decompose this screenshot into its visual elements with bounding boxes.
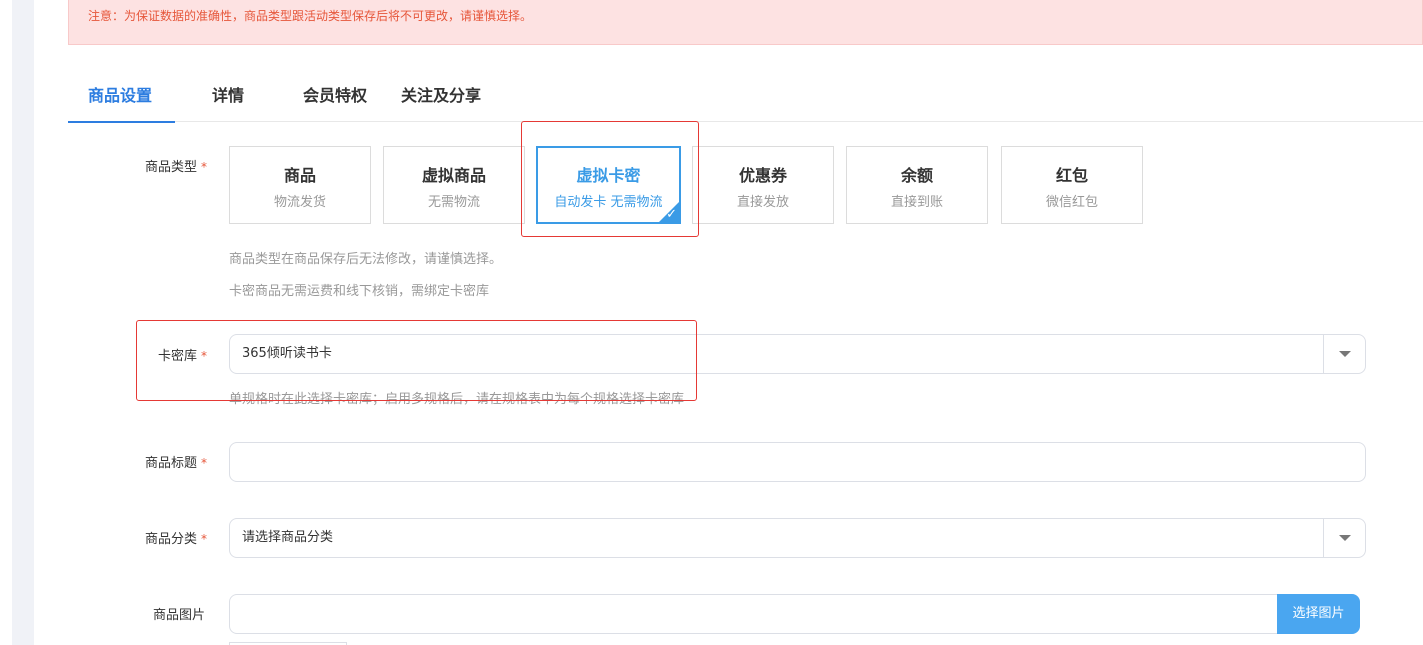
type-card-subtitle: 无需物流 — [427, 195, 480, 210]
type-card-hint: 卡密商品无需运费和线下核销，需绑定卡密库 — [229, 284, 490, 299]
tab-product-settings[interactable]: 商品设置 — [67, 76, 176, 123]
type-card-title: 商品 — [283, 166, 316, 185]
check-icon: ✓ — [666, 207, 677, 222]
category-placeholder: 请选择商品分类 — [242, 530, 334, 545]
type-card-goods[interactable]: 商品 物流发货 — [229, 146, 371, 224]
product-title-label: 商品标题 * — [144, 456, 207, 471]
type-card-title: 虚拟商品 — [421, 166, 486, 185]
type-hint: 商品类型在商品保存后无法修改，请谨慎选择。 — [229, 252, 503, 267]
type-card-balance[interactable]: 余额 直接到账 — [846, 146, 988, 224]
type-card-title: 余额 — [900, 166, 933, 185]
product-image-label: 商品图片 — [152, 608, 205, 623]
product-category-label: 商品分类 * — [144, 532, 207, 547]
card-library-value: 365倾听读书卡 — [242, 346, 332, 361]
type-card-title: 红包 — [1055, 166, 1088, 185]
required-mark: * — [201, 349, 207, 363]
product-category-select[interactable]: 请选择商品分类 — [229, 518, 1366, 558]
type-card-title: 优惠券 — [738, 166, 787, 185]
type-card-subtitle: 直接发放 — [736, 195, 789, 210]
type-card-title: 虚拟卡密 — [576, 166, 641, 185]
card-library-select[interactable]: 365倾听读书卡 — [229, 334, 1366, 374]
chevron-down-icon[interactable] — [1323, 335, 1365, 373]
select-image-button[interactable]: 选择图片 — [1277, 594, 1360, 634]
product-type-label: 商品类型 * — [144, 160, 207, 175]
product-title-input[interactable] — [229, 442, 1366, 482]
tab-details[interactable]: 详情 — [212, 76, 244, 122]
type-card-red-packet[interactable]: 红包 微信红包 — [1001, 146, 1143, 224]
type-card-subtitle: 直接到账 — [890, 195, 943, 210]
required-mark: * — [201, 456, 207, 470]
tab-bar: 商品设置 详情 会员特权 关注及分享 — [67, 76, 1423, 123]
tab-follow-share[interactable]: 关注及分享 — [401, 76, 481, 122]
required-mark: * — [201, 160, 207, 174]
required-mark: * — [201, 532, 207, 546]
card-library-label: 卡密库 * — [157, 349, 207, 364]
product-image-input[interactable] — [229, 594, 1289, 634]
sidebar-edge — [12, 0, 34, 645]
chevron-down-icon[interactable] — [1323, 519, 1365, 557]
card-library-hint: 单规格时在此选择卡密库；启用多规格后，请在规格表中为每个规格选择卡密库 — [229, 392, 685, 407]
tab-member-privileges[interactable]: 会员特权 — [303, 76, 367, 122]
type-card-coupon[interactable]: 优惠券 直接发放 — [692, 146, 834, 224]
type-card-virtual-card[interactable]: 虚拟卡密 自动发卡 无需物流 ✓ — [536, 146, 681, 224]
type-card-subtitle: 物流发货 — [273, 195, 326, 210]
type-card-subtitle: 微信红包 — [1045, 195, 1098, 210]
warning-notice: 注意：为保证数据的准确性，商品类型跟活动类型保存后将不可更改，请谨慎选择。 — [68, 0, 1423, 45]
type-card-virtual-goods[interactable]: 虚拟商品 无需物流 — [383, 146, 525, 224]
